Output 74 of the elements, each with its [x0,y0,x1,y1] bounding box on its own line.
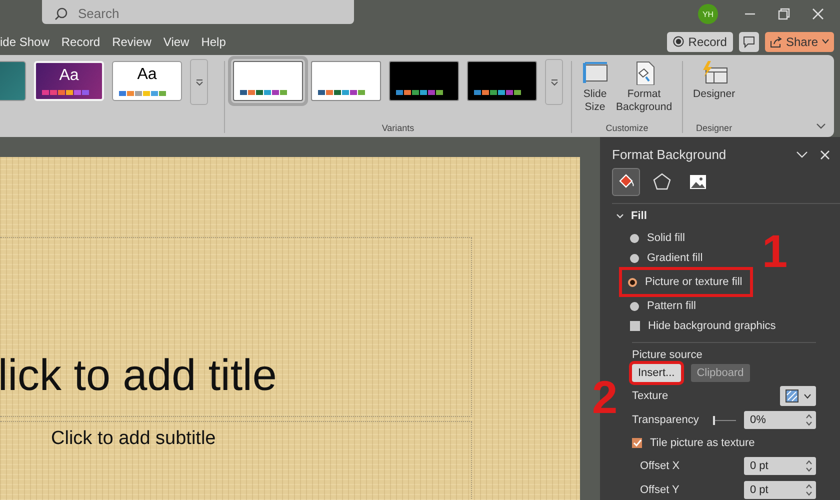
field-label: Transparency [632,414,699,426]
radio-button[interactable] [630,254,639,262]
group-label: Customize [606,123,648,133]
checkbox-option[interactable]: Hide background graphics [630,316,776,336]
designer-icon [700,61,728,85]
comments-button[interactable] [738,32,759,52]
checkbox-option[interactable]: Tile picture as texture [632,434,755,452]
restore-icon[interactable] [778,8,790,20]
checkmark-icon [632,439,642,447]
field-label: Texture [632,390,668,402]
spinner-arrows-icon [806,460,812,472]
step-number: 1 [762,228,788,274]
share-button[interactable]: Share [764,32,834,52]
comment-icon [742,36,755,48]
section-toggle[interactable]: Fill [616,210,840,222]
caret-icon [804,394,811,398]
chevron-down-icon [616,212,624,220]
ribbon-tab[interactable]: ide Show [0,32,56,52]
spin-field[interactable]: 0% [744,411,816,429]
ribbon-tab[interactable]: Review [106,32,158,52]
share-icon [770,36,782,48]
theme-thumbnail[interactable]: Aa [34,61,104,101]
variant-thumbnail[interactable] [389,61,459,101]
variant-thumbnail[interactable] [311,61,381,101]
more-icon [196,78,202,86]
ribbon-tab[interactable]: View [157,32,196,52]
more-icon [550,78,558,86]
radio-option[interactable]: Gradient fill [630,248,703,268]
chevron-down-icon[interactable] [796,150,808,158]
checkbox[interactable] [630,321,640,331]
theme-thumbnail[interactable]: Aa [112,61,182,101]
group-label: Variants [382,123,414,133]
field-label: Offset Y [640,484,680,496]
radio-button[interactable] [630,302,639,310]
checkbox[interactable] [632,438,642,448]
step-number: 2 [592,374,618,420]
variant-thumbnail[interactable] [467,61,537,101]
radio-option[interactable]: Solid fill [630,228,685,248]
picture-icon [688,172,708,192]
spin-field[interactable]: 0 pt [744,457,816,475]
slide-size-icon [582,61,608,85]
radio-option[interactable]: Pattern fill [630,296,696,316]
subtitle-placeholder[interactable]: Click to add subtitle [0,421,472,500]
ribbon-tab[interactable]: Record [55,32,106,52]
title-placeholder[interactable]: lick to add title [0,237,472,417]
spinner-arrows-icon [806,414,812,426]
caret-icon [822,39,829,44]
field-label: Offset X [640,460,680,472]
pane-tab[interactable] [612,168,640,196]
group-label: Designer [696,123,732,133]
record-button[interactable]: Record [667,32,733,52]
slide-size-button[interactable]: Slide Size [580,61,610,114]
spinner-arrows-icon [806,484,812,496]
collapse-ribbon-icon[interactable] [816,123,826,129]
record-icon [673,36,684,47]
search-icon [54,7,68,21]
pane-title: Format Background [612,147,726,162]
radio-button[interactable] [630,234,639,242]
search-field[interactable]: Search [42,0,354,24]
pentagon-icon [652,172,672,192]
spin-field[interactable]: 0 pt [744,481,816,499]
picture-source-button[interactable]: Insert... [632,364,681,382]
texture-swatch-icon [785,389,799,403]
slide-title: lick to add title [0,350,277,402]
close-icon[interactable] [820,150,830,160]
radio-button[interactable] [628,278,637,286]
format-background-button[interactable]: Format Background [614,61,674,114]
slider-thumb[interactable] [712,416,715,424]
field-label: Picture source [632,349,704,361]
texture-dropdown[interactable] [780,386,816,406]
close-icon[interactable] [812,8,824,20]
ribbon-tab[interactable]: Help [195,32,232,52]
designer-button[interactable]: Designer [691,61,738,101]
slide-subtitle: Click to add subtitle [51,428,217,450]
